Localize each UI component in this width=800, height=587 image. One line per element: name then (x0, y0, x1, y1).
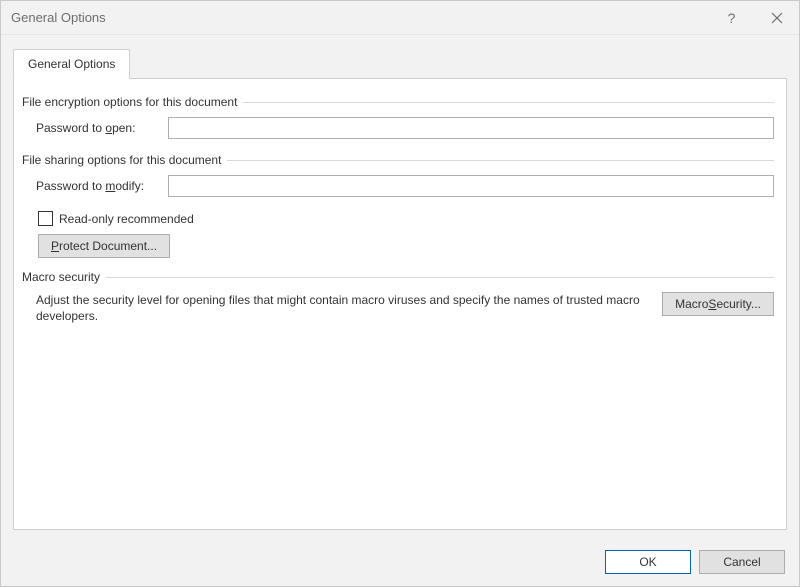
protect-document-button[interactable]: Protect Document... (38, 234, 170, 258)
readonly-checkbox[interactable] (38, 211, 53, 226)
pw-open-post: pen: (112, 121, 135, 135)
ok-button[interactable]: OK (605, 550, 691, 574)
cancel-button-label: Cancel (723, 555, 760, 569)
cancel-button[interactable]: Cancel (699, 550, 785, 574)
macro-security-button[interactable]: Macro Security... (662, 292, 774, 316)
titlebar: General Options ? (1, 1, 799, 35)
macro-security-row: Adjust the security level for opening fi… (22, 292, 774, 324)
password-to-modify-row: Password to modify: (22, 175, 774, 197)
password-to-open-row: Password to open: (22, 117, 774, 139)
group-rule (106, 277, 774, 278)
password-to-open-label: Password to open: (36, 121, 168, 135)
tabpanel: File encryption options for this documen… (13, 79, 787, 530)
protect-post: rotect Document... (59, 239, 157, 253)
password-to-open-input[interactable] (168, 117, 774, 139)
group-macro-security-label: Macro security (22, 270, 100, 284)
help-icon: ? (728, 10, 736, 26)
readonly-row: Read-only recommended (22, 211, 774, 226)
group-rule (243, 102, 774, 103)
group-file-sharing: File sharing options for this document (22, 153, 774, 167)
protect-document-row: Protect Document... (22, 234, 774, 258)
tabstrip: General Options (13, 49, 787, 79)
group-macro-security: Macro security (22, 270, 774, 284)
ok-button-label: OK (639, 555, 656, 569)
close-icon (771, 12, 783, 24)
group-file-encryption: File encryption options for this documen… (22, 95, 774, 109)
password-to-modify-input[interactable] (168, 175, 774, 197)
window-title: General Options (11, 10, 106, 25)
dialog-footer: OK Cancel (1, 542, 799, 586)
title-controls: ? (709, 1, 799, 34)
macro-btn-pre: Macro (675, 297, 708, 311)
pw-mod-mnemonic: m (105, 179, 115, 193)
group-file-sharing-label: File sharing options for this document (22, 153, 221, 167)
pw-mod-post: odify: (115, 179, 144, 193)
pw-mod-pre: Password to (36, 179, 105, 193)
group-rule (227, 160, 774, 161)
close-button[interactable] (754, 1, 799, 34)
protect-mnemonic: P (51, 239, 59, 253)
general-options-dialog: General Options ? General Options File e… (0, 0, 800, 587)
macro-btn-post: ecurity... (716, 297, 760, 311)
macro-btn-mnemonic: S (708, 297, 716, 311)
group-file-encryption-label: File encryption options for this documen… (22, 95, 237, 109)
readonly-label: Read-only recommended (59, 212, 194, 226)
tab-general-options-label: General Options (28, 57, 115, 71)
pw-open-pre: Password to (36, 121, 105, 135)
macro-security-description: Adjust the security level for opening fi… (36, 292, 646, 324)
tab-general-options[interactable]: General Options (13, 49, 130, 79)
help-button[interactable]: ? (709, 1, 754, 34)
password-to-modify-label: Password to modify: (36, 179, 168, 193)
